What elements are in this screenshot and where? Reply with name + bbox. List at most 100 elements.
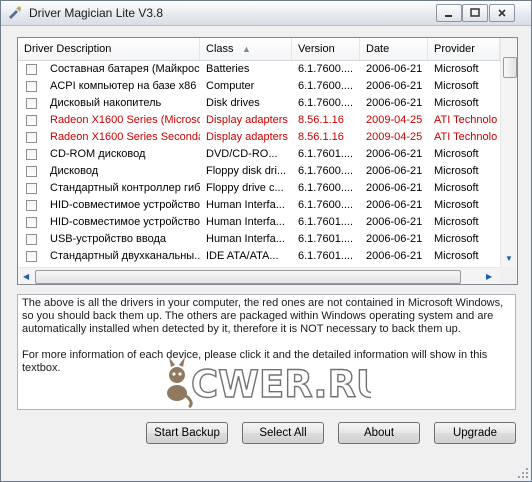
cell-version: 6.1.7601.... <box>298 250 354 262</box>
cell-date: 2006-06-21 <box>366 182 423 194</box>
column-header-date[interactable]: Date <box>360 38 428 60</box>
table-row[interactable]: Составная батарея (Майкрос... Batteries 6.… <box>18 61 500 78</box>
row-checkbox[interactable] <box>26 98 37 109</box>
scroll-down-icon[interactable]: ▼ <box>505 254 513 263</box>
scroll-left-icon[interactable]: ◀ <box>23 272 29 281</box>
cell-description: HID-совместимое устройство <box>50 216 200 228</box>
minimize-button[interactable] <box>436 4 462 22</box>
cell-description: HID-совместимое устройство <box>50 199 200 211</box>
row-checkbox[interactable] <box>26 251 37 262</box>
table-row[interactable]: Radeon X1600 Series (Microsof... Display … <box>18 112 500 129</box>
minimize-icon <box>445 15 452 17</box>
table-row[interactable]: ACPI компьютер на базе x86 Computer 6.1.76… <box>18 78 500 95</box>
table-row[interactable]: CD-ROM дисковод DVD/CD-RO... 6.1.7601.... 2… <box>18 146 500 163</box>
cell-date: 2006-06-21 <box>366 250 423 262</box>
list-header: Driver Description Class ▲ Version Date … <box>18 38 500 61</box>
row-checkbox[interactable] <box>26 234 37 245</box>
column-header-description[interactable]: Driver Description <box>18 38 200 60</box>
table-row[interactable]: Дисковый накопитель Disk drives 6.1.7600..… <box>18 95 500 112</box>
cell-provider: Microsoft <box>434 199 479 211</box>
scroll-corner <box>500 267 517 284</box>
cell-description: Составная батарея (Майкрос... <box>50 63 200 75</box>
cell-version: 6.1.7600.... <box>298 97 354 109</box>
cell-description: Radeon X1600 Series (Microsof... <box>50 114 200 126</box>
cell-version: 8.56.1.16 <box>298 131 344 143</box>
horizontal-scroll-thumb[interactable] <box>35 270 461 284</box>
cell-class: Human Interfa... <box>206 233 285 245</box>
row-checkbox[interactable] <box>26 64 37 75</box>
cell-class: Display adapters <box>206 131 288 143</box>
title-bar[interactable]: Driver Magician Lite V3.8 <box>1 1 531 26</box>
cell-description: Дисковый накопитель <box>50 97 162 109</box>
window-title: Driver Magician Lite V3.8 <box>29 6 164 20</box>
maximize-button[interactable] <box>462 4 488 22</box>
horizontal-scrollbar[interactable]: ◀ ▶ <box>18 267 500 284</box>
row-checkbox[interactable] <box>26 183 37 194</box>
cell-date: 2006-06-21 <box>366 80 423 92</box>
driver-list[interactable]: Driver Description Class ▲ Version Date … <box>17 37 518 285</box>
cwer-watermark-logo: CWER.RU <box>167 357 371 409</box>
close-button[interactable] <box>489 4 515 22</box>
maximize-icon <box>470 8 480 17</box>
cell-version: 6.1.7601.... <box>298 233 354 245</box>
cell-version: 6.1.7600.... <box>298 63 354 75</box>
column-header-class[interactable]: Class ▲ <box>200 38 292 60</box>
row-checkbox[interactable] <box>26 115 37 126</box>
cell-description: Стандартный двухканальны... <box>50 250 200 262</box>
cell-class: DVD/CD-RO... <box>206 148 278 160</box>
cell-version: 6.1.7600.... <box>298 199 354 211</box>
cell-provider: ATI Technolo <box>434 131 498 143</box>
cell-class: Human Interfa... <box>206 199 285 211</box>
row-checkbox[interactable] <box>26 200 37 211</box>
table-row[interactable]: Стандартный двухканальны... IDE ATA/ATA..… <box>18 248 500 265</box>
cell-class: Batteries <box>206 63 250 75</box>
cell-provider: Microsoft <box>434 165 479 177</box>
table-row[interactable]: Стандартный контроллер гиб... Floppy driv… <box>18 180 500 197</box>
cell-provider: Microsoft <box>434 80 479 92</box>
status-bar <box>1 459 531 481</box>
cell-provider: Microsoft <box>434 182 479 194</box>
table-row[interactable]: Radeon X1600 Series Seconda... Display ad… <box>18 129 500 146</box>
cell-description: Стандартный контроллер гиб... <box>50 182 200 194</box>
scroll-right-icon[interactable]: ▶ <box>486 272 492 281</box>
table-row[interactable]: Дисковод Floppy disk dri... 6.1.7600.... 20… <box>18 163 500 180</box>
cell-description: Дисковод <box>50 165 99 177</box>
row-checkbox[interactable] <box>26 132 37 143</box>
vertical-scrollbar[interactable]: ▲ ▼ <box>500 38 517 267</box>
cell-class: Floppy disk dri... <box>206 165 287 177</box>
cell-date: 2006-06-21 <box>366 216 423 228</box>
cell-provider: Microsoft <box>434 216 479 228</box>
close-icon <box>498 9 506 17</box>
cell-description: CD-ROM дисковод <box>50 148 146 160</box>
column-header-version[interactable]: Version <box>292 38 360 60</box>
select-all-button[interactable]: Select All <box>242 422 324 444</box>
about-button[interactable]: About <box>338 422 420 444</box>
cell-version: 6.1.7600.... <box>298 80 354 92</box>
row-checkbox[interactable] <box>26 217 37 228</box>
app-icon <box>9 6 21 19</box>
sort-ascending-icon: ▲ <box>242 44 251 54</box>
cell-version: 6.1.7600.... <box>298 165 354 177</box>
resize-grip-icon[interactable] <box>517 467 529 479</box>
cell-class: Human Interfa... <box>206 216 285 228</box>
cell-date: 2006-06-21 <box>366 97 423 109</box>
cell-date: 2006-06-21 <box>366 233 423 245</box>
row-checkbox[interactable] <box>26 166 37 177</box>
table-row[interactable]: HID-совместимое устройство Human Interfa.… <box>18 197 500 214</box>
cell-provider: Microsoft <box>434 233 479 245</box>
start-backup-button[interactable]: Start Backup <box>146 422 228 444</box>
cell-date: 2009-04-25 <box>366 131 423 143</box>
watermark-text: CWER.RU <box>191 363 371 406</box>
upgrade-button[interactable]: Upgrade <box>434 422 516 444</box>
table-row[interactable]: USB-устройство ввода Human Interfa... 6.1.… <box>18 231 500 248</box>
column-header-class-label: Class <box>206 43 234 55</box>
cell-provider: Microsoft <box>434 148 479 160</box>
cell-date: 2009-04-25 <box>366 114 423 126</box>
column-header-provider[interactable]: Provider <box>428 38 500 60</box>
vertical-scroll-thumb[interactable] <box>503 57 517 78</box>
row-checkbox[interactable] <box>26 149 37 160</box>
row-checkbox[interactable] <box>26 81 37 92</box>
table-row[interactable]: HID-совместимое устройство Human Interfa.… <box>18 214 500 231</box>
cell-class: Floppy drive c... <box>206 182 284 194</box>
cell-version: 6.1.7601.... <box>298 148 354 160</box>
